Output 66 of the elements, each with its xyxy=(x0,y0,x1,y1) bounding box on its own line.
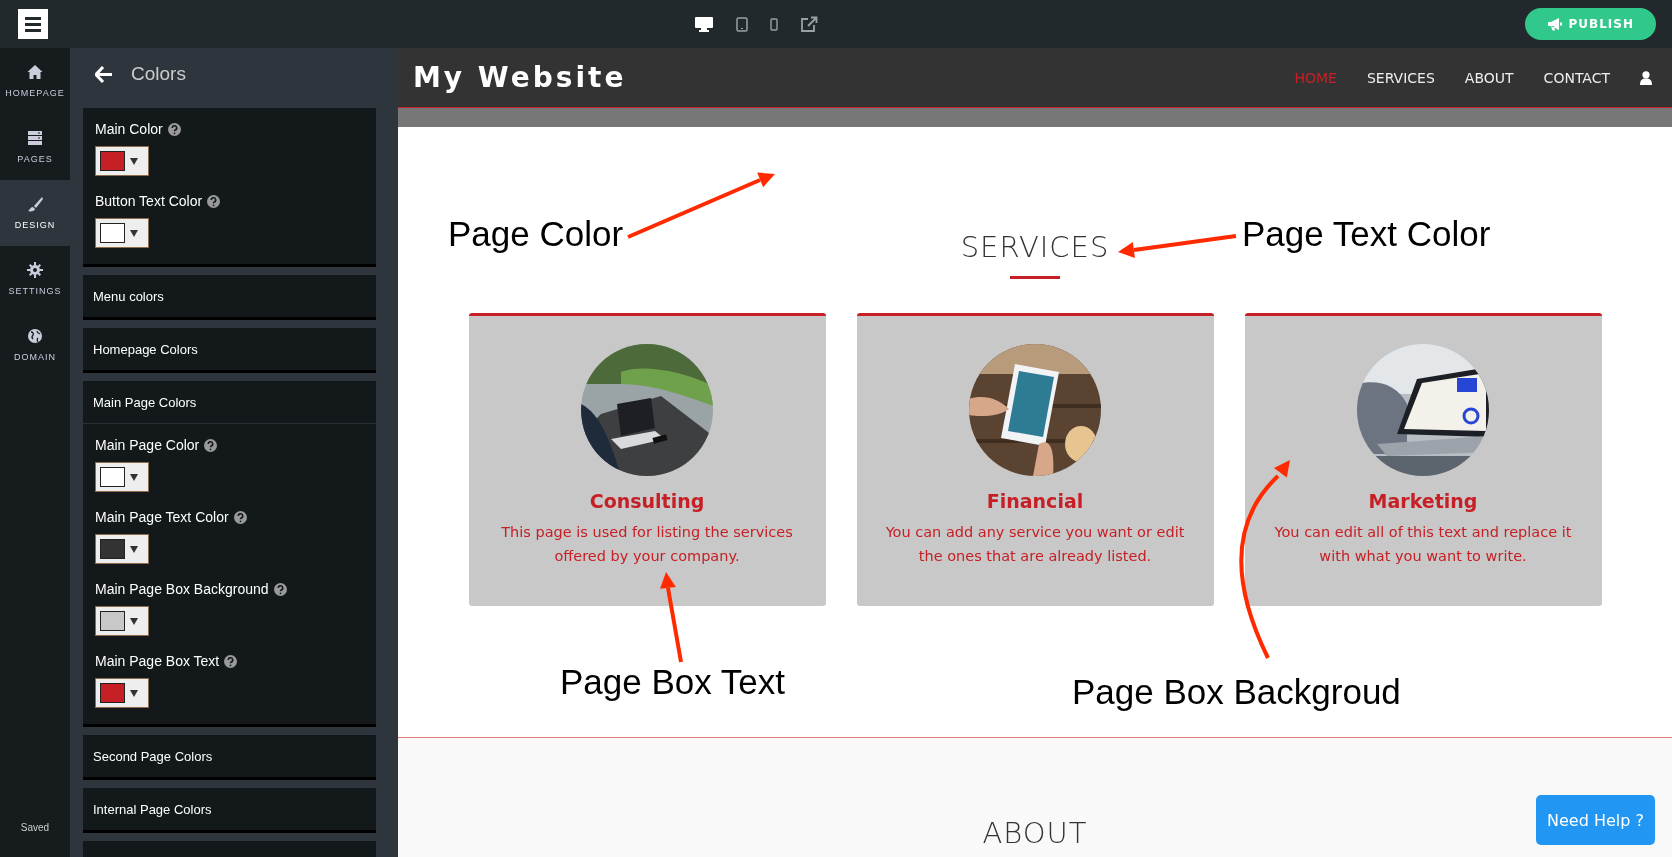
nav-item[interactable]: HOMEPAGE xyxy=(0,48,70,114)
caret-icon xyxy=(130,545,138,553)
gear-icon xyxy=(27,262,43,278)
menu-link[interactable]: ABOUT xyxy=(1464,69,1514,86)
section-header[interactable]: Second Page Colors xyxy=(83,735,376,777)
card-text: You can edit all of this text and replace it with what you want to write. xyxy=(1273,523,1573,566)
annotation-label: Page Color xyxy=(448,213,624,255)
card-title: Consulting xyxy=(589,490,705,512)
color-picker[interactable] xyxy=(95,146,149,176)
heading-underline xyxy=(1010,276,1060,279)
caret-icon xyxy=(130,689,138,697)
color-picker[interactable] xyxy=(95,218,149,248)
card-title: Financial xyxy=(986,490,1084,512)
panel-title: Colors xyxy=(131,63,186,85)
annotation-label: Page Box Backgroud xyxy=(1072,671,1401,713)
help-icon[interactable] xyxy=(273,582,287,596)
brush-icon xyxy=(27,196,43,212)
nav-item[interactable]: DOMAIN xyxy=(0,312,70,378)
tablet-icon[interactable] xyxy=(736,16,749,32)
save-status: Saved xyxy=(19,822,51,833)
home-icon xyxy=(27,64,43,80)
caret-icon xyxy=(130,617,138,625)
color-picker[interactable] xyxy=(95,534,149,564)
help-icon[interactable] xyxy=(224,654,238,668)
section-header[interactable]: Homepage Colors xyxy=(83,328,376,370)
section-heading: ABOUT xyxy=(982,816,1088,852)
color-picker[interactable] xyxy=(95,678,149,708)
nav-item[interactable]: PAGES xyxy=(0,114,70,180)
caret-icon xyxy=(130,157,138,165)
annotation-label: Page Text Color xyxy=(1242,213,1491,255)
nav-item[interactable]: DESIGN xyxy=(0,180,70,246)
section-header[interactable]: Menu colors xyxy=(83,275,376,317)
external-link-icon[interactable] xyxy=(800,16,819,32)
help-icon[interactable] xyxy=(233,510,247,524)
section-header[interactable]: Main Page Colors xyxy=(83,381,376,424)
caret-icon xyxy=(130,473,138,481)
nav-item[interactable]: SETTINGS xyxy=(0,246,70,312)
logo-icon[interactable] xyxy=(18,9,48,39)
caret-icon xyxy=(130,229,138,237)
menu-link[interactable]: SERVICES xyxy=(1366,69,1435,86)
desktop-icon[interactable] xyxy=(694,16,715,32)
globe-icon xyxy=(27,328,43,344)
field-label: Main Page Box Background xyxy=(95,580,269,598)
field-label: Button Text Color xyxy=(95,192,203,210)
stack-icon xyxy=(27,130,43,146)
color-picker[interactable] xyxy=(95,606,149,636)
help-icon[interactable] xyxy=(167,122,181,136)
annotation-label: Page Box Text xyxy=(560,661,786,703)
field-label: Main Page Color xyxy=(95,436,200,454)
phone-icon[interactable] xyxy=(770,17,779,31)
menu-link[interactable]: CONTACT xyxy=(1543,69,1610,86)
card-title: Marketing xyxy=(1368,490,1478,512)
back-arrow-icon[interactable] xyxy=(95,65,113,83)
site-title: My Website xyxy=(413,61,628,94)
megaphone-icon xyxy=(1546,17,1563,31)
section-header[interactable]: Internal Page Colors xyxy=(83,788,376,830)
help-icon[interactable] xyxy=(204,438,218,452)
field-label: Main Page Text Color xyxy=(95,508,229,526)
field-label: Main Page Box Text xyxy=(95,652,220,670)
card-text: This page is used for listing the services offered by your company. xyxy=(500,523,794,566)
field-label: Main Color xyxy=(95,120,163,138)
help-icon[interactable] xyxy=(207,194,221,208)
section-heading: SERVICES xyxy=(960,230,1110,264)
user-icon[interactable] xyxy=(1640,70,1652,85)
card-text: You can add any service you want or edit the ones that are already listed. xyxy=(884,523,1186,566)
color-picker[interactable] xyxy=(95,462,149,492)
